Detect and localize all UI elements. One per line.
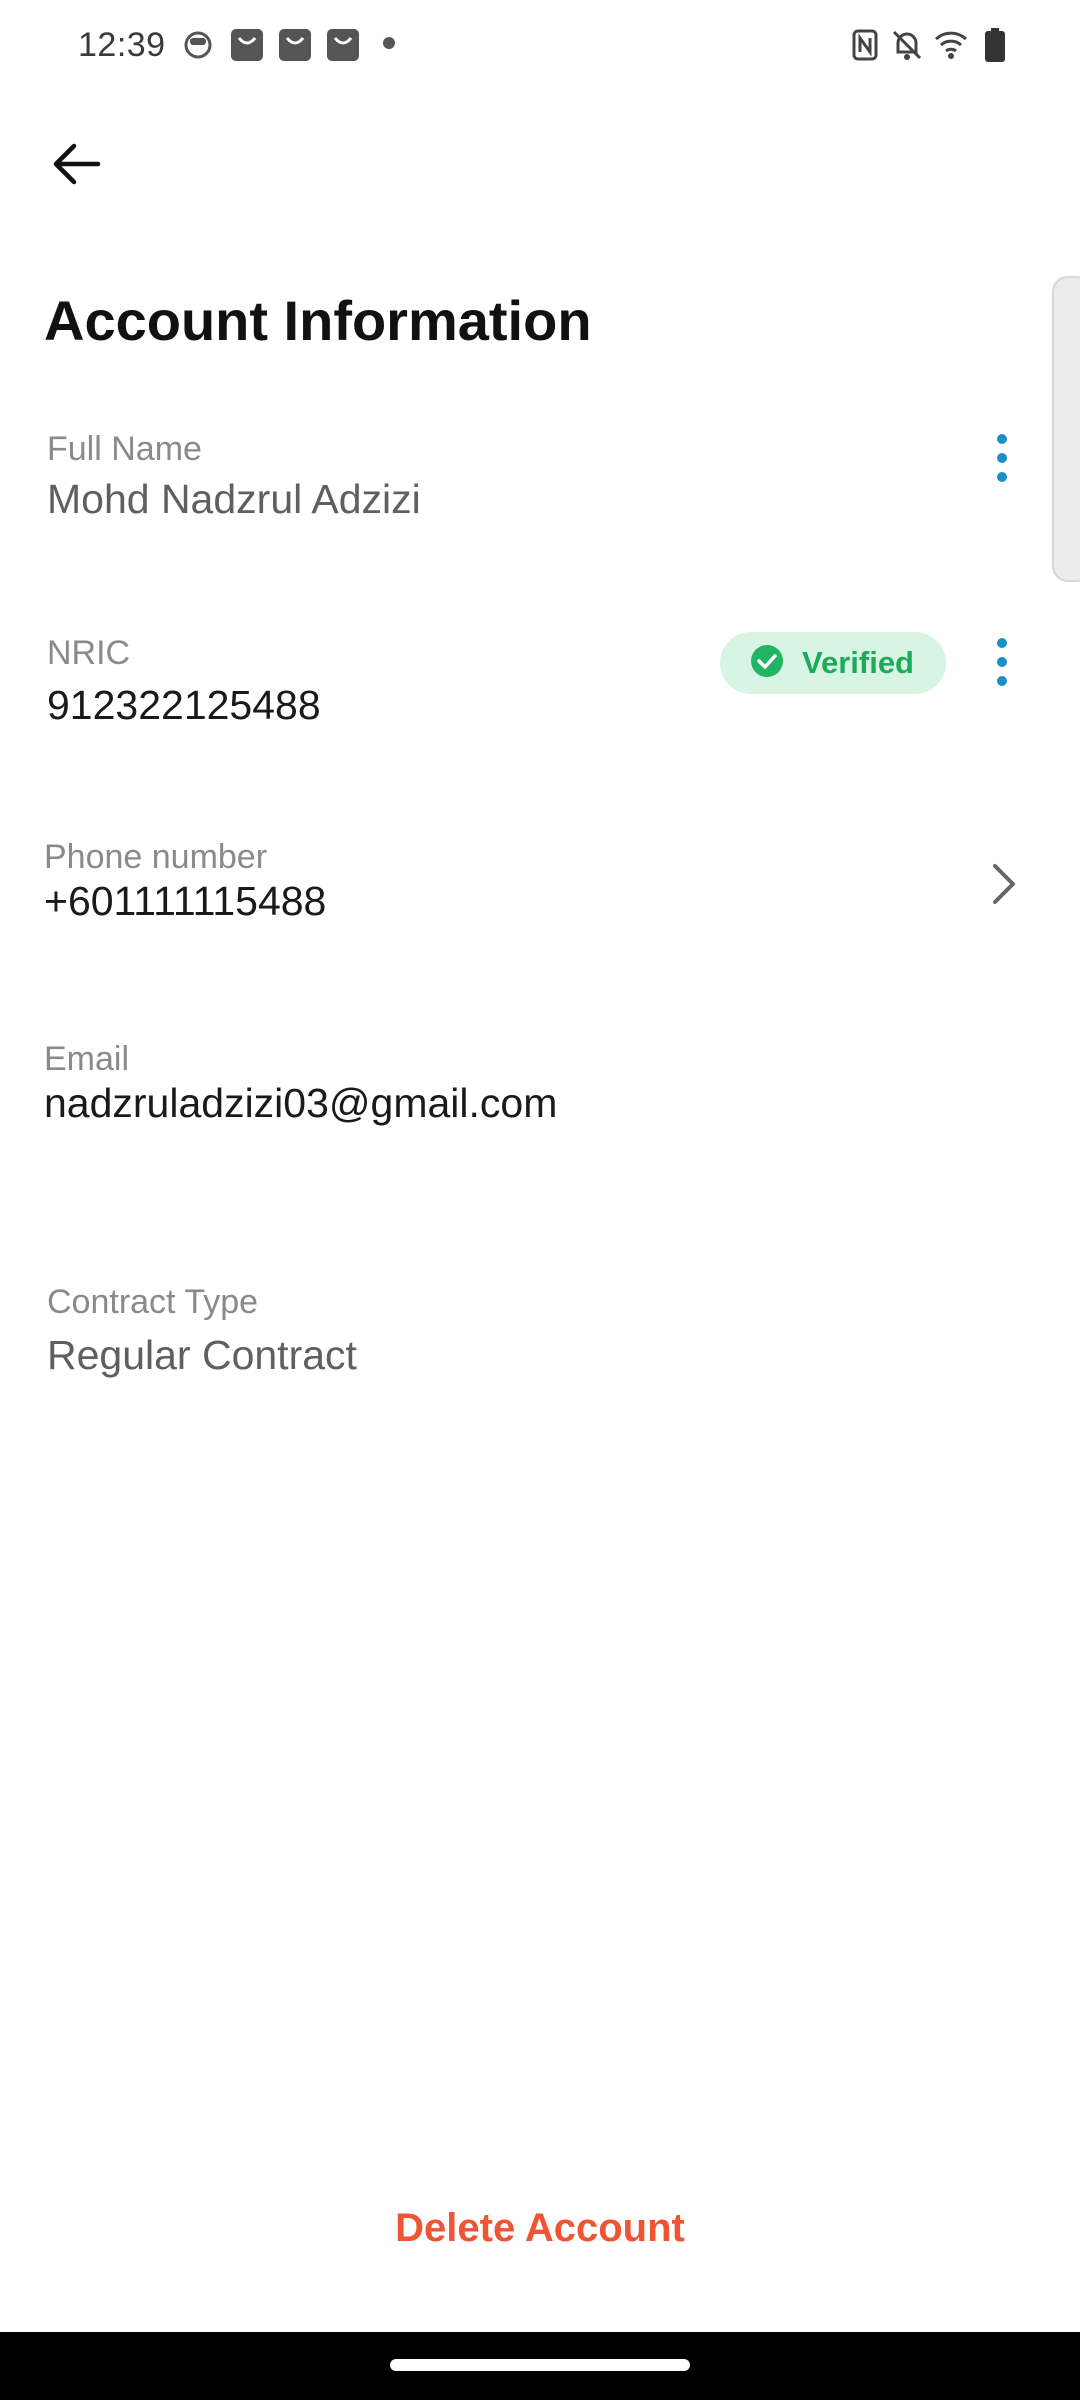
nric-label: NRIC	[47, 634, 131, 672]
full-name-label: Full Name	[47, 430, 202, 468]
contract-type-value: Regular Contract	[47, 1332, 357, 1378]
status-bar: 12:39	[0, 0, 1080, 92]
phone-edit-button[interactable]	[980, 856, 1028, 916]
battery-icon	[984, 28, 1006, 62]
account-information-screen: 12:39 Account Information Full Name Mohd…	[0, 0, 1080, 2400]
wifi-icon	[934, 28, 968, 62]
shopping-bag-icon	[278, 28, 312, 61]
nfc-icon	[848, 28, 882, 62]
shopping-bag-icon	[326, 28, 360, 61]
phone-value: +601111115488	[44, 878, 327, 924]
back-button[interactable]	[40, 130, 112, 202]
nric-value: 912322125488	[47, 682, 321, 728]
status-time: 12:39	[78, 26, 166, 64]
scroll-indicator[interactable]	[1052, 276, 1080, 582]
full-name-more-button[interactable]	[972, 418, 1032, 498]
shopping-bag-icon	[230, 28, 264, 61]
bell-off-icon	[890, 28, 924, 62]
contract-type-label: Contract Type	[47, 1283, 259, 1321]
phone-label: Phone number	[44, 838, 268, 876]
verified-badge: Verified	[720, 632, 946, 694]
nric-more-button[interactable]	[972, 622, 1032, 702]
page-title: Account Information	[44, 289, 592, 352]
arrow-left-icon	[50, 142, 102, 191]
delete-account-button[interactable]: Delete Account	[340, 2190, 740, 2266]
dot-icon	[382, 36, 396, 50]
verified-text: Verified	[802, 645, 914, 680]
home-indicator[interactable]	[390, 2359, 690, 2371]
full-name-value: Mohd Nadzrul Adzizi	[47, 476, 421, 522]
check-circle-icon	[750, 644, 784, 683]
more-vert-icon	[997, 434, 1007, 482]
chevron-right-icon	[989, 862, 1019, 911]
email-label: Email	[44, 1040, 130, 1078]
email-value: nadzruladzizi03@gmail.com	[44, 1080, 558, 1126]
more-vert-icon	[997, 638, 1007, 686]
face-icon	[182, 28, 214, 60]
